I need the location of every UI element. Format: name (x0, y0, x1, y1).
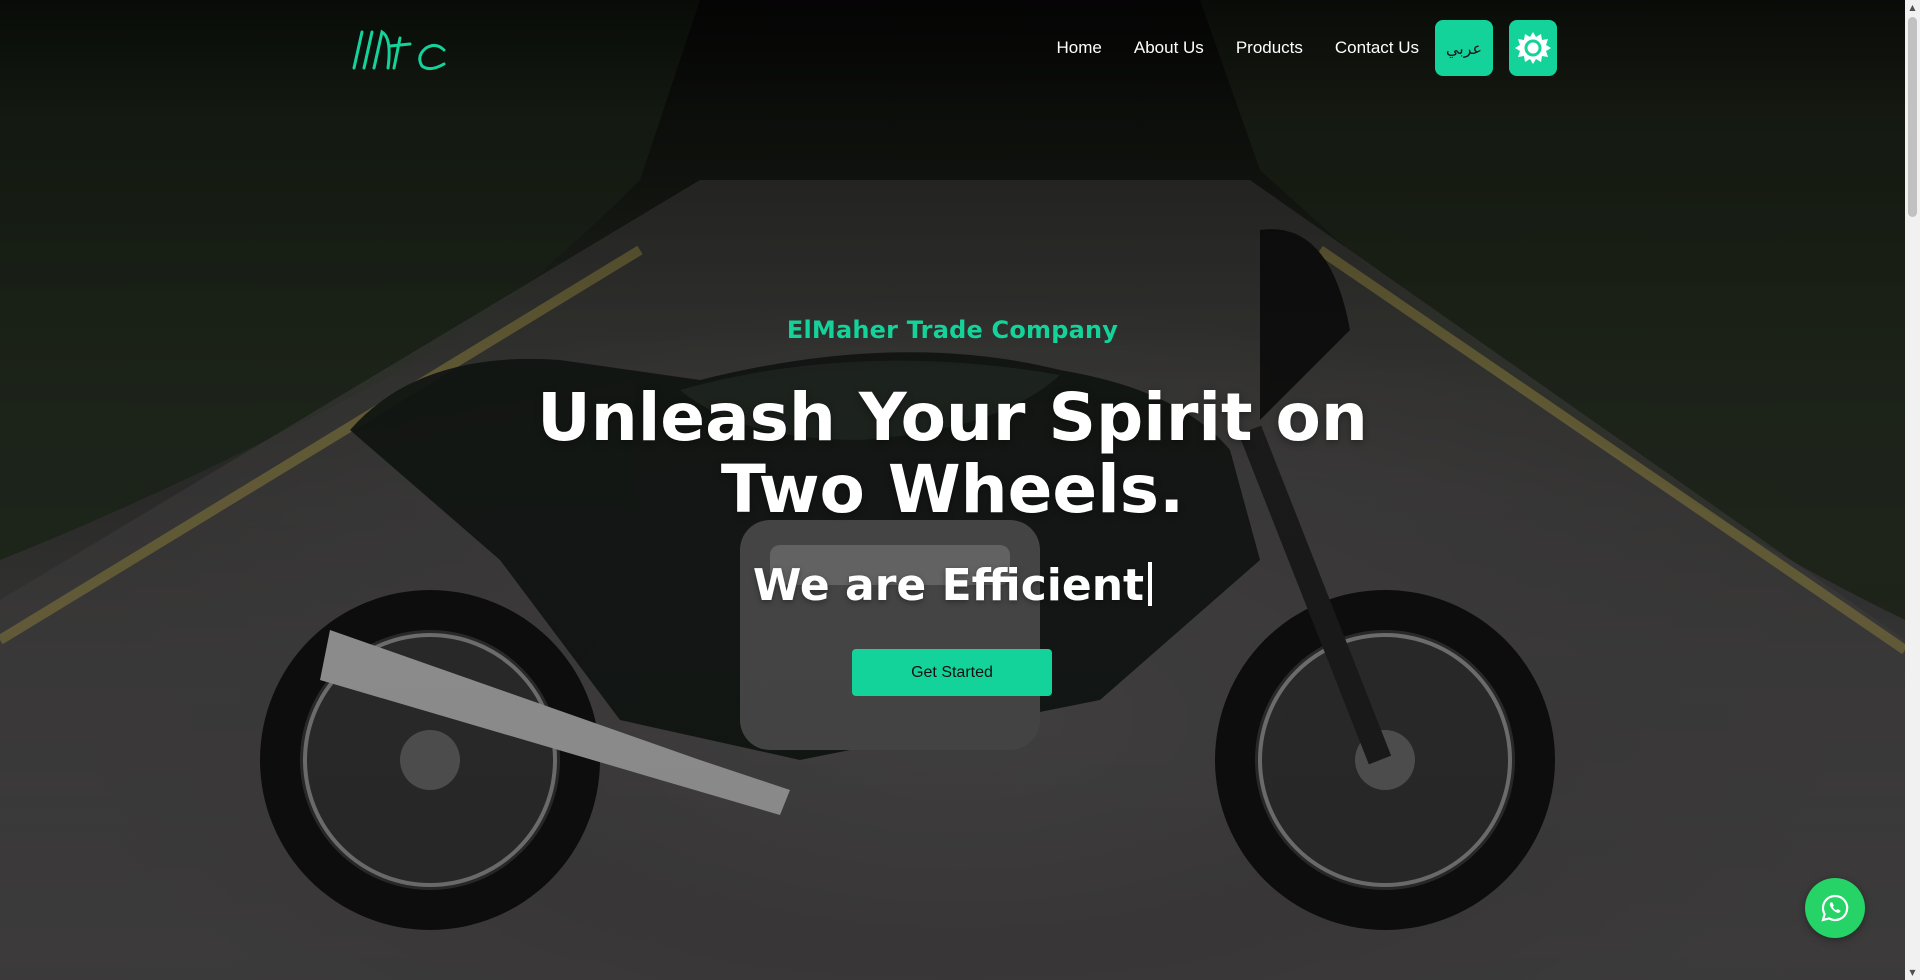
scrollbar-thumb[interactable] (1908, 17, 1917, 217)
hero-content: ElMaher Trade Company Unleash Your Spiri… (0, 0, 1905, 980)
typed-word: Efficient (941, 560, 1145, 611)
whatsapp-icon (1821, 894, 1849, 922)
headline-line-2: Two Wheels. (720, 451, 1185, 528)
page-scrollbar[interactable]: ▲ ▼ (1905, 0, 1920, 980)
scroll-up-arrow[interactable]: ▲ (1905, 0, 1920, 15)
get-started-button[interactable]: Get Started (852, 649, 1052, 696)
typed-tagline: We are Efficient (0, 560, 1905, 611)
company-name: ElMaher Trade Company (786, 316, 1119, 344)
whatsapp-button[interactable] (1805, 878, 1865, 938)
scroll-down-arrow[interactable]: ▼ (1905, 965, 1920, 980)
typed-prefix: We are (752, 560, 927, 611)
typing-cursor (1148, 562, 1153, 606)
hero-headline: Unleash Your Spirit on Two Wheels. (0, 382, 1905, 526)
headline-line-1: Unleash Your Spirit on (537, 379, 1368, 456)
